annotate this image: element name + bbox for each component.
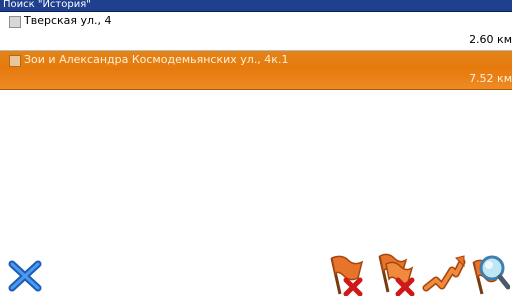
list-item-selected[interactable]: Зои и Александра Космодемьянских ул., 4к…: [0, 51, 512, 90]
route-button[interactable]: [422, 252, 466, 296]
route-icon: [422, 255, 466, 292]
checkbox[interactable]: [9, 16, 21, 28]
delete-all-flags-button[interactable]: [372, 252, 418, 296]
close-button[interactable]: [8, 260, 44, 292]
delete-all-flags-icon: [378, 253, 415, 296]
bottom-toolbar: [0, 250, 512, 296]
list-item-distance: 7.52 км: [469, 72, 512, 85]
list-item-address: Зои и Александра Космодемьянских ул., 4к…: [24, 53, 289, 66]
history-results-list: Тверская ул., 4 2.60 км Зои и Александра…: [0, 12, 512, 90]
list-item-address: Тверская ул., 4: [24, 14, 112, 27]
search-on-map-button[interactable]: [468, 252, 510, 296]
window-title: Поиск "История": [3, 0, 91, 10]
close-icon: [8, 260, 42, 292]
list-item[interactable]: Тверская ул., 4 2.60 км: [0, 12, 512, 51]
delete-flag-icon: [330, 255, 364, 296]
checkbox[interactable]: [9, 55, 21, 67]
delete-flag-button[interactable]: [320, 252, 366, 296]
list-item-distance: 2.60 км: [469, 33, 512, 46]
title-bar: Поиск "История": [0, 0, 512, 12]
search-magnifier-icon: [472, 255, 510, 295]
